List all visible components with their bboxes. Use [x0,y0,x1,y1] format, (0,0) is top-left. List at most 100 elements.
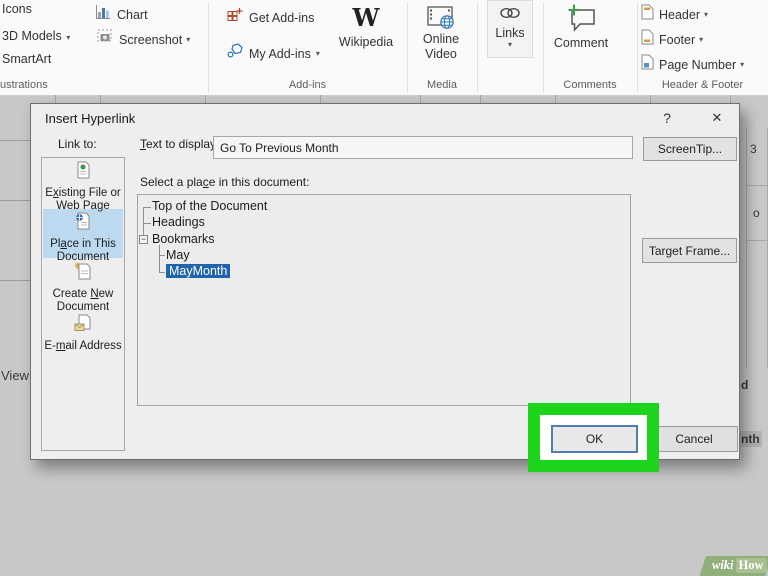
illustrations-group-label: ustrations [0,79,48,91]
online-video-button[interactable]: Online Video [412,5,470,62]
link-to-sidebar: Existing File or Web Page Place in This … [41,157,125,451]
screenshot-root: Icons 3D Models ▾ SmartArt Chart Screens… [0,0,768,576]
page-number-button[interactable]: Page Number ▾ [640,54,744,75]
chart-label: Chart [117,7,148,22]
label-post: e in this document: [208,175,310,189]
close-icon[interactable]: ✕ [707,110,727,126]
table-border [420,95,421,103]
screenshot-icon [97,29,113,50]
link-to-label: Link to: [58,137,97,151]
wikihow-watermark: wiki How [699,556,768,576]
sidebar-item-existing-file[interactable]: Existing File or Web Page [43,161,123,214]
sidebar-item-place-in-document[interactable]: Place in This Document [43,212,123,265]
selected-tree-node: MayMonth [166,264,231,278]
table-border [320,95,321,103]
tree-connector [143,223,151,224]
chevron-down-icon: ▾ [315,49,320,58]
tree-item-top-of-document[interactable]: Top of the Document [152,199,267,214]
tree-item-may[interactable]: May [166,248,190,263]
add-ins-group-label: Add-ins [288,79,327,91]
sidebar-item-label: Existing File or Web Page [43,187,123,214]
document-text-fragment: nth [739,431,762,447]
wikipedia-button[interactable]: W Wikipedia [336,5,396,50]
label-key: N [90,287,99,300]
document-text-fragment: o [753,206,760,220]
watermark-how: How [735,558,767,573]
online-video-label-line2: Video [425,47,457,61]
smartart-button[interactable]: SmartArt [2,52,51,66]
table-border [55,95,56,103]
document-text-fragment: 3 [750,142,757,156]
label-pre: Select a pla [140,175,203,189]
text-to-display-input[interactable] [213,136,633,159]
word-ribbon: Icons 3D Models ▾ SmartArt Chart Screens… [0,0,768,96]
tree-connector [159,255,165,256]
table-border [746,185,768,186]
chart-button[interactable]: Chart [95,4,148,25]
tree-item-bookmarks[interactable]: Bookmarks [152,232,215,247]
help-button[interactable]: ? [657,110,677,126]
chevron-down-icon: ▾ [66,33,71,42]
get-add-ins-button[interactable]: Get Add-ins [227,7,314,28]
tree-connector [159,272,165,273]
header-button[interactable]: Header ▾ [640,4,708,25]
icons-button[interactable]: Icons [2,2,32,16]
insert-hyperlink-dialog: Insert Hyperlink ? ✕ Link to: Text to di… [30,103,740,472]
wikipedia-label: Wikipedia [338,35,394,49]
my-add-ins-button[interactable]: My Add-ins ▾ [227,43,320,64]
tree-item-maymonth[interactable]: MayMonth [166,264,231,279]
email-address-icon [74,314,92,340]
table-border [650,95,651,103]
table-border [746,128,747,368]
table-border [480,95,481,103]
chevron-down-icon: ▾ [507,40,512,49]
page-number-label: Page Number [659,57,737,72]
ok-button[interactable]: OK [551,425,638,453]
cancel-button[interactable]: Cancel [650,426,738,452]
comment-button[interactable]: Comment [548,3,614,50]
comment-icon [548,3,614,33]
get-add-ins-label: Get Add-ins [249,10,315,25]
table-border [0,200,30,201]
sidebar-item-create-new[interactable]: Create New Document [43,262,123,315]
chart-icon [95,4,111,25]
watermark-text: wiki How [712,558,767,573]
target-frame-button[interactable]: Target Frame... [642,238,737,263]
table-border [100,95,101,103]
tree-item-headings[interactable]: Headings [152,215,205,230]
3d-models-button[interactable]: 3D Models ▾ [2,27,70,45]
sidebar-item-label: Create New Document [43,288,123,315]
table-border [205,95,206,103]
footer-label: Footer [659,32,696,47]
header-label: Header [659,7,700,22]
sidebar-item-label: E-mail Address [44,340,121,354]
tree-collapse-toggle[interactable]: − [139,235,148,244]
header-footer-group-label: Header & Footer [661,79,744,91]
sidebar-item-email-address[interactable]: E-mail Address [43,314,123,353]
select-place-label: Select a place in this document: [140,175,309,189]
existing-file-icon [74,161,92,187]
group-divider [477,2,478,92]
screenshot-button[interactable]: Screenshot ▾ [97,29,190,50]
my-add-ins-label: My Add-ins [249,46,311,61]
screenshot-label: Screenshot [119,32,183,47]
label-pre: E- [44,339,56,352]
online-video-label-line1: Online [422,32,460,46]
comments-group-label: Comments [563,79,617,91]
screentip-button[interactable]: ScreenTip... [643,137,737,161]
chevron-down-icon: ▾ [186,35,191,44]
document-place-tree[interactable]: − Top of the Document Headings Bookmarks… [137,194,631,406]
label-pre: Create [52,287,91,300]
dialog-title: Insert Hyperlink [45,111,136,126]
header-icon [640,4,654,25]
label-post: ail Address [65,339,122,352]
label-pre: E [45,186,53,199]
create-new-document-icon [74,262,92,288]
table-border [555,95,556,103]
3d-models-label: 3D Models [2,29,62,43]
links-button[interactable]: Links ▾ [487,0,533,58]
watermark-wiki: wiki [712,558,734,572]
media-group-label: Media [427,79,457,91]
table-border [746,240,768,241]
footer-button[interactable]: Footer ▾ [640,29,703,50]
